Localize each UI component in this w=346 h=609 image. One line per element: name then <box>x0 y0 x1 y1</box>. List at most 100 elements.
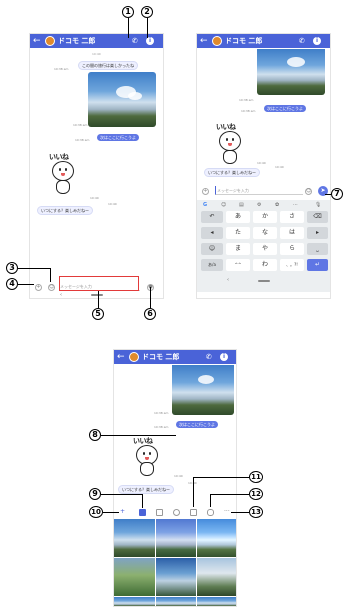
system-navbar: ‹ <box>30 291 163 298</box>
info-icon[interactable]: i <box>313 37 321 45</box>
photo-cloud <box>287 57 305 67</box>
key-ta[interactable]: た <box>226 227 250 239</box>
location-tab-icon[interactable] <box>190 509 197 516</box>
callout-line <box>193 477 249 478</box>
sticker-iine[interactable]: いいね <box>48 152 88 200</box>
contact-name[interactable]: ドコモ 二郎 <box>58 35 95 47</box>
app-header: ← ドコモ 二郎 ✆ i <box>197 34 330 48</box>
gallery-thumb[interactable] <box>114 597 155 606</box>
sent-message[interactable]: いつにする？楽しみだねー <box>204 168 261 177</box>
gallery-thumb[interactable] <box>114 519 155 557</box>
app-header: ← ドコモ 二郎 ✆ i <box>30 34 163 48</box>
back-arrow-icon[interactable]: ← <box>200 35 208 47</box>
sticker-iine[interactable]: いいね <box>215 122 255 166</box>
key-ha[interactable]: は <box>280 227 304 239</box>
keyboard-clipboard-icon[interactable]: ▤ <box>239 201 244 209</box>
key-na[interactable]: な <box>253 227 277 239</box>
gallery-thumb[interactable] <box>156 519 196 557</box>
shared-photo[interactable] <box>257 49 325 95</box>
call-icon[interactable]: ✆ <box>299 35 305 47</box>
keyboard-theme-icon[interactable]: ✿ <box>275 201 279 209</box>
sticker-mouth <box>228 143 232 146</box>
key-undo[interactable]: ↶ <box>201 211 223 223</box>
key-ka[interactable]: か <box>253 211 277 223</box>
nav-back-icon[interactable]: ‹ <box>227 276 229 284</box>
contact-avatar[interactable] <box>212 36 222 46</box>
sent-message[interactable]: いつにする？楽しみだねー <box>118 485 175 494</box>
info-icon[interactable]: i <box>220 353 228 361</box>
gallery-thumb[interactable] <box>156 558 196 596</box>
sent-message[interactable]: 次はここに行こうよ <box>176 421 218 428</box>
keyboard-google-icon[interactable]: G <box>203 201 207 209</box>
sent-message[interactable]: いつにする？楽しみだねー <box>37 206 94 215</box>
sticker-time: 10:40 <box>174 474 183 478</box>
info-icon[interactable]: i <box>146 37 154 45</box>
sent-message[interactable]: 次はここに行こうよ <box>264 105 306 112</box>
key-a[interactable]: あ <box>226 211 250 223</box>
keyboard-settings-icon[interactable]: ⚙ <box>257 201 261 209</box>
add-icon[interactable]: + <box>35 284 42 291</box>
contact-avatar[interactable] <box>129 352 139 362</box>
key-ya[interactable]: や <box>253 243 277 255</box>
attachment-tabbar: + ··· <box>114 507 236 517</box>
tab-add[interactable]: + <box>120 507 125 517</box>
callout-10: 10 <box>89 506 103 518</box>
key-emoji[interactable]: ☺ <box>201 243 223 255</box>
sent-message[interactable]: 次はここに行こうよ <box>97 134 139 141</box>
sticker-time: 10:40 <box>257 161 266 165</box>
gallery-thumb[interactable] <box>114 558 155 596</box>
emoji-icon[interactable]: ☺ <box>305 188 312 195</box>
keyboard-more-icon[interactable]: ··· <box>293 201 298 209</box>
shared-photo[interactable] <box>172 365 234 415</box>
key-sa[interactable]: さ <box>280 211 304 223</box>
emoji-icon[interactable]: ☺ <box>48 284 55 291</box>
nav-home-bar[interactable] <box>258 280 270 282</box>
sticker-iine[interactable]: いいね <box>132 436 172 478</box>
keyboard-mic-icon[interactable]: 🎙 <box>315 201 321 209</box>
key-left[interactable]: ◂ <box>201 227 223 239</box>
key-wa[interactable]: わ <box>253 259 277 271</box>
call-icon[interactable]: ✆ <box>206 351 212 363</box>
key-space[interactable]: ⎵ <box>307 243 328 255</box>
sticker-tab-icon[interactable] <box>173 509 180 516</box>
key-ra[interactable]: ら <box>280 243 304 255</box>
sticker-eye <box>143 452 145 455</box>
callout-line <box>101 435 176 436</box>
nav-home-bar[interactable] <box>91 294 103 296</box>
callout-7: 7 <box>331 188 343 200</box>
photo-cloud <box>198 375 214 384</box>
shared-photo[interactable] <box>88 72 156 127</box>
sticker-body <box>223 150 237 164</box>
camera-tab-icon[interactable] <box>156 509 163 516</box>
add-icon[interactable]: + <box>202 188 209 195</box>
callout-line <box>128 18 129 38</box>
sticker-head <box>52 161 74 181</box>
back-arrow-icon[interactable]: ← <box>117 351 125 363</box>
contact-name[interactable]: ドコモ 二郎 <box>225 35 262 47</box>
key-mode-switch[interactable]: あ/a <box>201 259 223 271</box>
message-input[interactable]: メッセージを入力 <box>215 186 303 195</box>
gallery-thumb[interactable] <box>197 597 236 606</box>
key-ma[interactable]: ま <box>226 243 250 255</box>
gallery-thumb[interactable] <box>197 558 236 596</box>
message-time: 10:38 am <box>75 138 90 142</box>
nav-back-icon[interactable]: ‹ <box>60 291 62 298</box>
keyboard-emoji-icon[interactable]: ☺ <box>221 201 226 209</box>
key-backspace[interactable]: ⌫ <box>307 211 328 223</box>
back-arrow-icon[interactable]: ← <box>33 35 41 47</box>
mic-tab-icon[interactable] <box>207 509 214 516</box>
more-tab-icon[interactable]: ··· <box>224 507 230 517</box>
key-punctuation[interactable]: 、。?! <box>280 259 304 271</box>
contact-avatar[interactable] <box>45 36 55 46</box>
gallery-tab-icon[interactable] <box>139 509 146 516</box>
gallery-thumb[interactable] <box>197 519 236 557</box>
gallery-thumb[interactable] <box>156 597 196 606</box>
call-icon[interactable]: ✆ <box>132 35 138 47</box>
key-right[interactable]: ▸ <box>307 227 328 239</box>
sticker-eye <box>232 138 234 141</box>
callout-3: 3 <box>6 262 18 274</box>
contact-name[interactable]: ドコモ 二郎 <box>142 351 179 363</box>
received-message[interactable]: この間の旅行は楽しかったね <box>78 61 138 70</box>
key-dakuten[interactable]: ^^ <box>226 259 250 271</box>
key-enter[interactable]: ↵ <box>307 259 328 271</box>
